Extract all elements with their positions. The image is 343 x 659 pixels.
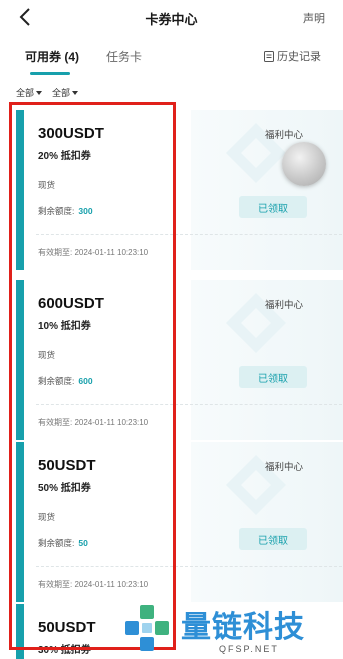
coupon-validity: 有效期至: 2024-01-11 10:23:10 [38,248,149,257]
coupon-discount: 50% 抵扣券 [38,483,91,494]
coupon-source: 福利中心 [265,300,304,311]
tab-available[interactable]: 可用券 (4) [25,48,79,65]
claimed-button[interactable]: 已领取 [239,528,307,550]
remaining-value: 300 [78,206,93,216]
remaining-label: 剩余额度: [38,538,75,548]
coupon-amount: 50USDT [38,457,96,474]
coupon-discount: 30% 抵扣券 [38,645,91,656]
coupon-remaining: 剩余额度: 50 [38,537,88,549]
filter-type-label: 全部 [16,88,35,98]
page-title: 卡券中心 [145,12,198,27]
card-divider [36,234,342,235]
header: 卡券中心 声明 [0,0,343,34]
statement-link[interactable]: 声明 [303,10,325,26]
remaining-value: 50 [78,538,88,548]
coupon-remaining: 剩余额度: 600 [38,375,93,387]
document-icon [264,50,274,62]
floating-assist-button[interactable] [282,142,326,186]
coupon-source: 福利中心 [265,462,304,473]
card-accent-strip [16,442,27,602]
card-divider [36,404,342,405]
claimed-button[interactable]: 已领取 [239,366,307,388]
remaining-label: 剩余额度: [38,206,75,216]
remaining-value: 600 [78,376,93,386]
filter-status-dropdown[interactable]: 全部 [52,86,79,99]
tab-active-indicator [30,72,70,75]
coupon-validity: 有效期至: 2024-01-11 10:23:10 [38,418,149,427]
caret-down-icon [36,90,43,95]
coupon-market: 现货 [38,180,56,190]
coupon-amount: 50USDT [38,619,96,636]
coupon-amount: 300USDT [38,125,104,142]
coupon-market: 现货 [38,350,56,360]
coupon-card: 300USDT 20% 抵扣券 现货 剩余额度: 300 福利中心 已领取 有效期… [16,110,343,270]
claimed-button[interactable]: 已领取 [239,196,307,218]
tab-task-card[interactable]: 任务卡 [106,48,142,65]
coupon-validity: 有效期至: 2024-01-11 10:23:10 [38,580,149,589]
filter-type-dropdown[interactable]: 全部 [16,86,43,99]
watermark-domain: QFSP.NET [219,644,279,654]
history-label: 历史记录 [277,51,321,63]
card-divider [36,566,342,567]
card-accent-strip [16,110,27,270]
filter-status-label: 全部 [52,88,71,98]
filter-bar: 全部 全部 [16,86,79,99]
coupon-amount: 600USDT [38,295,104,312]
watermark-text: 量链科技 [181,610,305,645]
card-accent-strip [16,604,27,659]
coupon-market: 现货 [38,512,56,522]
coupon-discount: 20% 抵扣券 [38,151,91,162]
brand-logo-icon [125,605,169,651]
site-watermark: 量链科技 QFSP.NET [123,598,341,658]
coupon-source: 福利中心 [265,130,304,141]
card-accent-strip [16,280,27,440]
remaining-label: 剩余额度: [38,376,75,386]
history-link[interactable]: 历史记录 [264,48,321,64]
coupon-card: 600USDT 10% 抵扣券 现货 剩余额度: 600 福利中心 已领取 有效期… [16,280,343,440]
coupon-remaining: 剩余额度: 300 [38,205,93,217]
tab-bar: 可用券 (4) 任务卡 历史记录 [0,40,343,75]
coupon-discount: 10% 抵扣券 [38,321,91,332]
caret-down-icon [72,90,79,95]
coupon-card: 50USDT 50% 抵扣券 现货 剩余额度: 50 福利中心 已领取 有效期至:… [16,442,343,602]
